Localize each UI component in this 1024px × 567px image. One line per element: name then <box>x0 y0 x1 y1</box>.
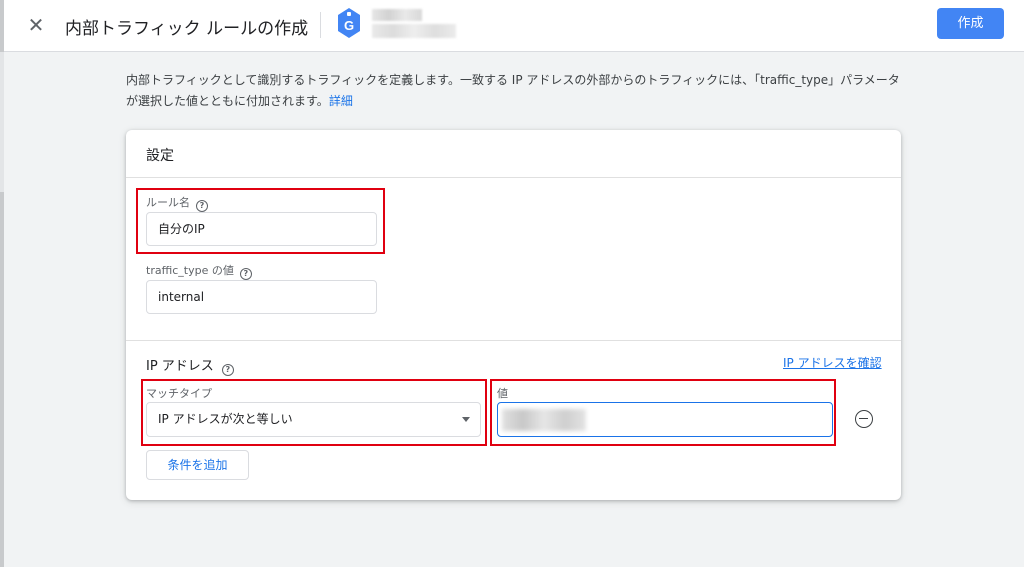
value-label: 値 <box>497 387 508 400</box>
rule-name-label: ルール名? <box>146 194 208 212</box>
description-body: 内部トラフィックとして識別するトラフィックを定義します。一致する IP アドレス… <box>126 73 900 108</box>
ip-section-title: IP アドレス? <box>146 355 234 376</box>
rule-name-input[interactable]: 自分のIP <box>146 212 377 246</box>
google-tag-letter: G <box>344 18 354 33</box>
verify-ip-link[interactable]: IP アドレスを確認 <box>783 354 882 371</box>
property-id-redacted <box>372 24 456 38</box>
close-icon[interactable]: ✕ <box>24 13 48 37</box>
help-icon[interactable]: ? <box>239 268 252 280</box>
ip-value-redacted <box>502 409 586 431</box>
dropdown-arrow-icon <box>462 417 470 422</box>
settings-card: 設定 ルール名? 自分のIP traffic_type の値? internal… <box>126 130 901 500</box>
help-icon[interactable]: ? <box>221 364 234 376</box>
remove-circle-icon[interactable] <box>855 410 873 428</box>
property-name-redacted <box>372 9 422 21</box>
google-tag-icon: G <box>338 8 360 38</box>
traffic-type-input[interactable]: internal <box>146 280 377 314</box>
match-type-selected: IP アドレスが次と等しい <box>158 412 293 426</box>
title-divider <box>320 12 321 38</box>
add-condition-button[interactable]: 条件を追加 <box>146 450 249 480</box>
ip-section-title-text: IP アドレス <box>146 359 214 374</box>
rule-name-label-text: ルール名 <box>146 196 190 209</box>
top-app-bar: ✕ 内部トラフィック ルールの作成 G 作成 <box>4 0 1024 52</box>
section-divider <box>126 340 901 341</box>
ip-value-input[interactable] <box>497 402 833 437</box>
match-type-select[interactable]: IP アドレスが次と等しい <box>146 402 481 437</box>
match-type-label: マッチタイプ <box>146 387 212 400</box>
traffic-type-label: traffic_type の値? <box>146 262 252 280</box>
card-title: 設定 <box>146 148 174 164</box>
traffic-type-label-text: traffic_type の値 <box>146 264 234 277</box>
page-title: 内部トラフィック ルールの作成 <box>65 19 309 39</box>
create-button[interactable]: 作成 <box>937 8 1004 39</box>
learn-more-link[interactable]: 詳細 <box>329 94 353 108</box>
help-icon[interactable]: ? <box>196 200 208 212</box>
description-text: 内部トラフィックとして識別するトラフィックを定義します。一致する IP アドレス… <box>126 70 906 112</box>
left-panel-ghost <box>0 52 4 192</box>
card-header-divider <box>126 177 901 178</box>
